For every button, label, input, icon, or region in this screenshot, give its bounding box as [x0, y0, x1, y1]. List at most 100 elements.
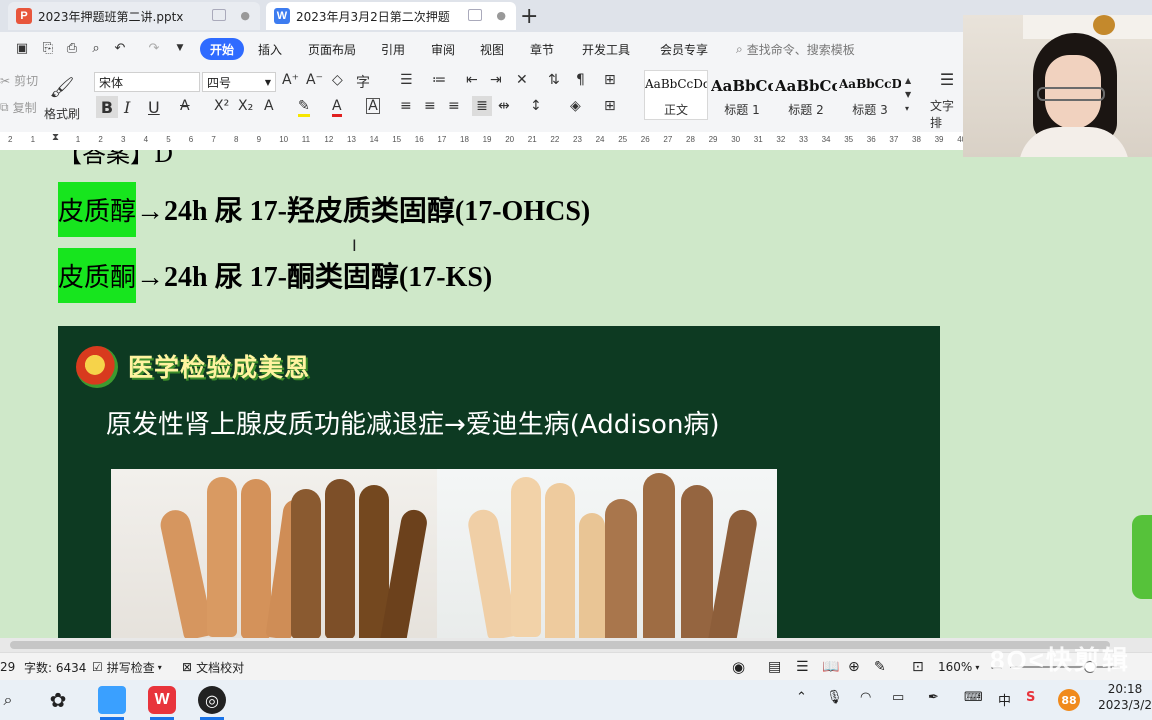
shading-icon[interactable]: ◈ — [570, 98, 581, 114]
menu-references[interactable]: 引用 — [381, 32, 405, 66]
text-line-corticosterone[interactable]: 皮质酮 →24h 尿 17-酮类固醇(17-KS) — [58, 247, 492, 303]
borders-icon[interactable]: ⊞ — [604, 98, 616, 114]
wifi-icon[interactable]: ◠ — [860, 690, 871, 705]
close-dot-icon[interactable]: ● — [496, 9, 506, 22]
copy-button[interactable]: ⧉ 复制 — [0, 99, 37, 116]
line-spacing-icon[interactable]: ↕ — [530, 98, 542, 114]
font-size-select[interactable]: 四号 ▼ — [202, 72, 276, 92]
bold-button[interactable]: B — [96, 96, 118, 118]
word-count[interactable]: 字数: 6434 — [24, 653, 86, 681]
horizontal-ruler[interactable]: 2 1 1 2 3 4 5 6 7 8 9 10 11 12 13 14 15 16 17 18 19 20 21 22 23 2… — [0, 132, 966, 151]
justify-icon[interactable]: ≣ — [472, 96, 492, 116]
new-tab-plus-icon[interactable]: + — [520, 4, 538, 29]
ime-indicator[interactable]: 中 — [998, 690, 1011, 709]
microphone-icon[interactable]: 🎙 — [826, 690, 843, 705]
menu-view[interactable]: 视图 — [480, 32, 504, 66]
format-painter-button[interactable]: 🖌 格式刷 — [44, 68, 80, 128]
undo-icon[interactable]: ↶ — [112, 40, 128, 56]
doc-check-button[interactable]: ⊠ 文档校对 — [182, 653, 244, 681]
cut-button[interactable]: ✂ 剪切 — [0, 72, 38, 89]
tab-word-document[interactable]: W 2023年月3月2日第二次押题 ● — [266, 2, 516, 30]
menu-insert[interactable]: 插入 — [258, 32, 282, 66]
menu-developer[interactable]: 开发工具 — [582, 32, 630, 66]
customize-dropdown-icon[interactable]: ▼ — [172, 40, 188, 56]
text-tools-button[interactable]: ☰ 文字排 — [930, 70, 964, 131]
sogou-icon[interactable]: S — [1026, 690, 1035, 705]
scrollbar-thumb[interactable] — [10, 641, 1110, 649]
command-search[interactable]: ⌕ 查找命令、搜索模板 — [736, 32, 855, 66]
align-right-icon[interactable]: ≡ — [448, 98, 460, 114]
text-line-cortisol[interactable]: 皮质醇 →24h 尿 17-羟皮质类固醇(17-OHCS) — [58, 181, 590, 237]
style-heading-2[interactable]: AaBbCcI 标题 2 — [774, 70, 838, 120]
style-heading-3[interactable]: AaBbCcDd 标题 3 — [838, 70, 902, 120]
battery-icon[interactable]: ▭ — [892, 690, 904, 705]
menu-page-layout[interactable]: 页面布局 — [308, 32, 356, 66]
app-icon-blue-window[interactable] — [98, 686, 126, 714]
style-heading-1[interactable]: AaBbCcI 标题 1 — [710, 70, 774, 120]
keyboard-icon[interactable]: ⌨ — [964, 690, 983, 705]
web-view-icon[interactable]: ⊕ — [848, 653, 860, 681]
menu-review[interactable]: 审阅 — [431, 32, 455, 66]
sort-icon[interactable]: ⇅ — [548, 72, 560, 88]
app-icon-aperture[interactable]: ◎ — [198, 686, 226, 714]
style-normal[interactable]: AaBbCcDd 正文 — [644, 70, 708, 120]
menu-home[interactable]: 开始 — [200, 38, 244, 60]
shrink-font-icon[interactable]: A⁻ — [306, 72, 323, 88]
numbered-list-icon[interactable]: ≔ — [432, 72, 446, 88]
character-border-button[interactable]: A — [366, 98, 380, 114]
close-dot-icon[interactable]: ● — [240, 9, 250, 22]
tab-marker-icon[interactable]: ⊞ — [604, 72, 616, 88]
clock[interactable]: 20:18 2023/3/2 — [1098, 682, 1152, 712]
tray-expand-icon[interactable]: ⌃ — [796, 690, 807, 705]
highlight-color-button[interactable]: ✎ — [298, 98, 310, 117]
app-icon-pinwheel[interactable]: ✿ — [44, 686, 72, 714]
reading-view-icon[interactable]: 📖 — [822, 653, 839, 681]
side-assistant-tab[interactable] — [1132, 515, 1152, 599]
italic-button[interactable]: I — [124, 98, 130, 117]
text-effect-button[interactable]: A — [264, 98, 274, 114]
underline-button[interactable]: U — [148, 98, 160, 117]
preview-icon[interactable]: ⌕ — [88, 40, 104, 56]
redo-icon[interactable]: ↷ — [146, 40, 162, 56]
pen-icon[interactable]: ✒ — [928, 690, 939, 705]
tab-pptx-document[interactable]: P 2023年押题班第二讲.pptx ● — [8, 2, 260, 30]
search-icon[interactable]: ⌕ — [0, 686, 22, 714]
distributed-icon[interactable]: ⇹ — [498, 98, 510, 114]
spell-check-button[interactable]: ☑ 拼写检查 ▾ — [92, 653, 162, 681]
window-icon[interactable] — [468, 9, 482, 21]
decrease-indent-icon[interactable]: ⇤ — [466, 72, 478, 88]
phonetic-icon[interactable]: 字 — [356, 72, 370, 92]
window-icon[interactable] — [212, 9, 226, 21]
zoom-level[interactable]: 160% ▾ — [938, 653, 979, 681]
grow-font-icon[interactable]: A⁺ — [282, 72, 299, 88]
superscript-button[interactable]: X² — [214, 98, 229, 114]
clear-format-icon[interactable]: ◇ — [332, 72, 343, 88]
notification-badge[interactable]: 88 — [1058, 689, 1080, 711]
embedded-slide-image[interactable]: 医学检验成美恩 原发性肾上腺皮质功能减退症→爱迪生病(Addison病) — [58, 326, 940, 638]
bullet-list-icon[interactable]: ☰ — [400, 72, 413, 88]
eye-protection-icon[interactable]: ◉ — [732, 653, 745, 681]
subscript-button[interactable]: X₂ — [238, 98, 253, 114]
save-icon[interactable]: ▣ — [14, 40, 30, 56]
page-indicator[interactable]: 29 — [0, 653, 15, 681]
fit-page-icon[interactable]: ⊡ — [912, 653, 924, 681]
align-center-icon[interactable]: ≡ — [424, 98, 436, 114]
strikethrough-button[interactable]: A — [180, 98, 190, 114]
write-view-icon[interactable]: ✎ — [874, 653, 886, 681]
show-marks-icon[interactable]: ¶ — [576, 72, 585, 88]
align-left-icon[interactable]: ≡ — [400, 98, 412, 114]
font-name-select[interactable]: 宋体 — [94, 72, 200, 92]
horizontal-scrollbar[interactable] — [0, 638, 1152, 652]
font-color-button[interactable]: A — [332, 98, 342, 117]
menu-chapters[interactable]: 章节 — [530, 32, 554, 66]
print-icon[interactable]: ⎙ — [64, 40, 80, 56]
outline-view-icon[interactable]: ☰ — [796, 653, 809, 681]
indent-marker-icon[interactable]: ⧗ — [52, 132, 59, 143]
document-canvas[interactable]: 【答案】D 皮质醇 →24h 尿 17-羟皮质类固醇(17-OHCS) I 皮质酮… — [0, 150, 1152, 638]
export-icon[interactable]: ⎘ — [40, 40, 56, 56]
menu-member[interactable]: 会员专享 — [660, 32, 708, 66]
chinese-layout-icon[interactable]: ✕ — [516, 72, 528, 88]
increase-indent-icon[interactable]: ⇥ — [490, 72, 502, 88]
wps-office-icon[interactable]: W — [148, 686, 176, 714]
page-view-icon[interactable]: ▤ — [768, 653, 781, 681]
